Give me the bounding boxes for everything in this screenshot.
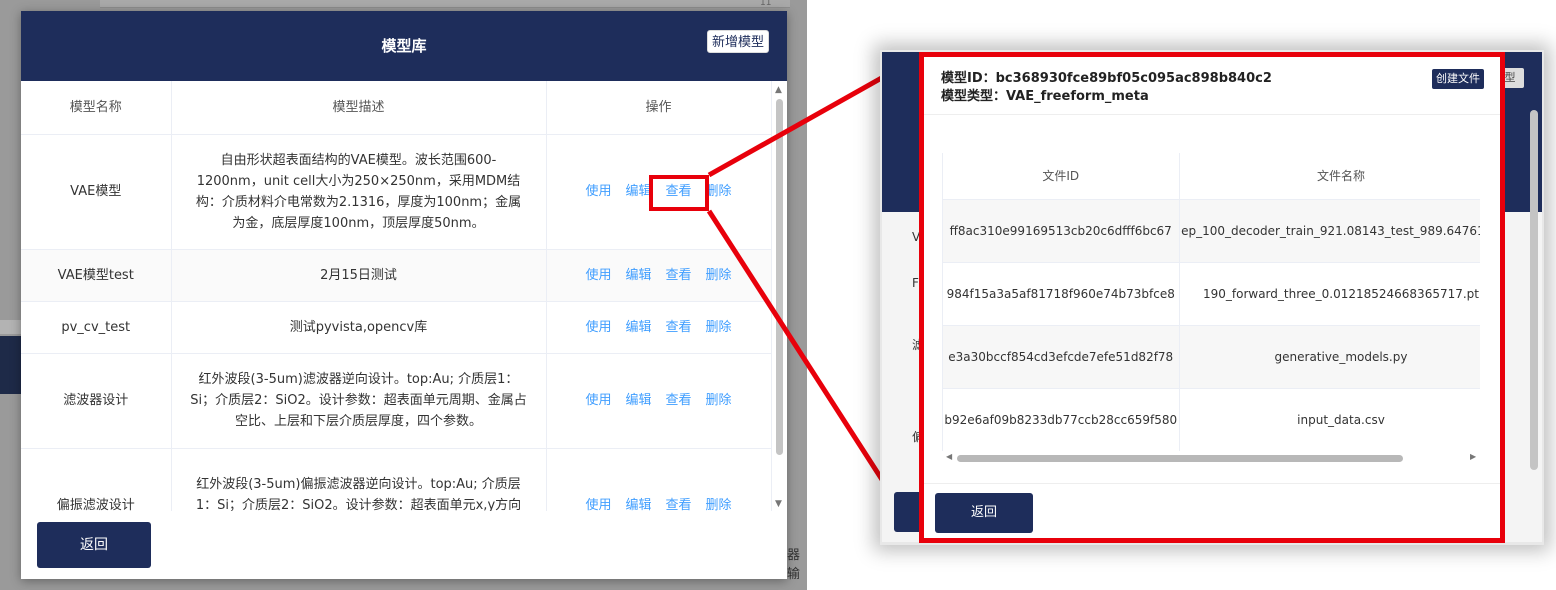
model-actions-cell: 使用 编辑 查看 删除 — [546, 301, 772, 354]
file-table: 文件ID 文件名称 ff8ac310e99169513cb20c6dfff6bc… — [943, 153, 1480, 452]
delete-link[interactable]: 删除 — [706, 320, 732, 335]
model-description-cell: 自由形状超表面结构的VAE模型。波长范围600-1200nm，unit cell… — [171, 134, 547, 250]
view-link[interactable]: 查看 — [666, 498, 692, 511]
back-button[interactable]: 返回 — [935, 493, 1033, 533]
detail-header: 模型ID：bc368930fce89bf05c095ac898b840c2 模型… — [922, 55, 1503, 115]
background-row-label: F — [912, 276, 919, 290]
model-name-cell: pv_cv_test — [21, 301, 172, 354]
table-header-row: 文件ID 文件名称 — [943, 153, 1480, 200]
file-name-cell: ep_100_decoder_train_921.08143_test_989.… — [1179, 199, 1480, 263]
use-link[interactable]: 使用 — [585, 184, 611, 199]
background-dark-block — [0, 336, 22, 394]
view-link-highlight — [649, 175, 709, 211]
file-table-horizontal-scrollbar[interactable]: ◀ ▶ — [942, 451, 1480, 465]
model-detail-dialog: 模型ID：bc368930fce89bf05c095ac898b840c2 模型… — [922, 55, 1503, 540]
edit-link[interactable]: 编辑 — [625, 320, 651, 335]
background-top-bar — [100, 0, 790, 8]
background-cut-text: 器输 — [787, 548, 801, 582]
model-table: 模型名称 模型描述 操作 VAE模型 自由形状超表面结构的VAE模型。波长范围6… — [21, 81, 772, 511]
table-row: b92e6af09b8233db77ccb28cc659f580 input_d… — [943, 388, 1480, 452]
background-back-button — [894, 492, 924, 532]
scroll-right-icon[interactable]: ▶ — [1470, 452, 1476, 461]
table-row: VAE模型test 2月15日测试 使用 编辑 查看 删除 — [21, 249, 772, 302]
column-header-name: 模型名称 — [21, 81, 172, 135]
dialog-title: 模型库 — [381, 37, 427, 55]
column-header-file-name: 文件名称 — [1179, 153, 1480, 200]
edit-link[interactable]: 编辑 — [625, 268, 651, 283]
model-actions-cell: 使用 编辑 查看 删除 — [546, 249, 772, 302]
table-row: pv_cv_test 测试pyvista,opencv库 使用 编辑 查看 删除 — [21, 301, 772, 354]
background-scrollbar — [1530, 110, 1538, 470]
edit-link[interactable]: 编辑 — [625, 184, 651, 199]
edit-link[interactable]: 编辑 — [625, 393, 651, 408]
delete-link[interactable]: 删除 — [706, 268, 732, 283]
delete-link[interactable]: 删除 — [706, 184, 732, 199]
model-type-label: 模型类型：VAE_freeform_meta — [941, 89, 1149, 104]
model-description-cell: 测试pyvista,opencv库 — [171, 301, 547, 354]
table-row: e3a30bccf854cd3efcde7efe51d82f78 generat… — [943, 325, 1480, 389]
back-button[interactable]: 返回 — [37, 522, 151, 568]
model-library-dialog: 模型库 新增模型 模型名称 模型描述 操作 VAE模型 自由形状超表面结构的VA… — [21, 11, 787, 579]
column-header-actions: 操作 — [546, 81, 772, 135]
use-link[interactable]: 使用 — [585, 320, 611, 335]
dialog-header: 模型库 新增模型 — [21, 11, 787, 81]
delete-link[interactable]: 删除 — [706, 393, 732, 408]
background-row-label: V — [912, 230, 921, 244]
file-name-cell: input_data.csv — [1179, 388, 1480, 452]
file-id-cell: ff8ac310e99169513cb20c6dfff6bc67 — [943, 199, 1180, 263]
model-name-cell: 偏振滤波设计 — [21, 448, 172, 511]
column-header-file-id: 文件ID — [943, 153, 1180, 200]
model-name-cell: VAE模型test — [21, 249, 172, 302]
model-description-cell: 红外波段(3-5um)滤波器逆向设计。top:Au; 介质层1：Si；介质层2：… — [171, 353, 547, 449]
scroll-down-icon[interactable]: ▼ — [775, 499, 782, 509]
model-table-container: 模型名称 模型描述 操作 VAE模型 自由形状超表面结构的VAE模型。波长范围6… — [21, 81, 787, 511]
table-row: 偏振滤波设计 红外波段(3-5um)偏振滤波器逆向设计。top:Au; 介质层1… — [21, 448, 772, 511]
background-block — [0, 320, 22, 334]
model-description-cell: 2月15日测试 — [171, 249, 547, 302]
use-link[interactable]: 使用 — [585, 268, 611, 283]
view-link[interactable]: 查看 — [666, 268, 692, 283]
table-row: 滤波器设计 红外波段(3-5um)滤波器逆向设计。top:Au; 介质层1：Si… — [21, 353, 772, 449]
table-row: ff8ac310e99169513cb20c6dfff6bc67 ep_100_… — [943, 199, 1480, 263]
table-row: 984f15a3a5af81718f960e74b73bfce8 190_for… — [943, 262, 1480, 326]
file-id-cell: e3a30bccf854cd3efcde7efe51d82f78 — [943, 325, 1180, 389]
file-id-cell: b92e6af09b8233db77ccb28cc659f580 — [943, 388, 1180, 452]
add-model-button[interactable]: 新增模型 — [707, 30, 770, 53]
column-header-description: 模型描述 — [171, 81, 547, 135]
file-table-container: 文件ID 文件名称 ff8ac310e99169513cb20c6dfff6bc… — [942, 153, 1480, 465]
use-link[interactable]: 使用 — [585, 498, 611, 511]
scroll-thumb[interactable] — [776, 99, 783, 455]
footer-divider — [922, 483, 1503, 484]
delete-link[interactable]: 删除 — [706, 498, 732, 511]
file-name-cell: generative_models.py — [1179, 325, 1480, 389]
table-header-row: 模型名称 模型描述 操作 — [21, 81, 772, 135]
scroll-up-icon[interactable]: ▲ — [775, 85, 782, 95]
model-id-label: 模型ID：bc368930fce89bf05c095ac898b840c2 — [941, 71, 1272, 86]
scroll-thumb[interactable] — [957, 455, 1403, 462]
edit-link[interactable]: 编辑 — [625, 498, 651, 511]
file-name-cell: 190_forward_three_0.01218524668365717.pt — [1179, 262, 1480, 326]
use-link[interactable]: 使用 — [585, 393, 611, 408]
scroll-left-icon[interactable]: ◀ — [946, 452, 952, 461]
create-file-button[interactable]: 创建文件 — [1432, 69, 1484, 89]
model-name-cell: VAE模型 — [21, 134, 172, 250]
model-actions-cell: 使用 编辑 查看 删除 — [546, 448, 772, 511]
view-link[interactable]: 查看 — [666, 320, 692, 335]
table-vertical-scrollbar[interactable]: ▲ ▼ — [772, 83, 787, 513]
background-page-number: 11 — [760, 0, 772, 8]
file-id-cell: 984f15a3a5af81718f960e74b73bfce8 — [943, 262, 1180, 326]
model-actions-cell: 使用 编辑 查看 删除 — [546, 353, 772, 449]
model-description-cell: 红外波段(3-5um)偏振滤波器逆向设计。top:Au; 介质层1：Si；介质层… — [171, 448, 547, 511]
model-name-cell: 滤波器设计 — [21, 353, 172, 449]
view-link[interactable]: 查看 — [666, 393, 692, 408]
